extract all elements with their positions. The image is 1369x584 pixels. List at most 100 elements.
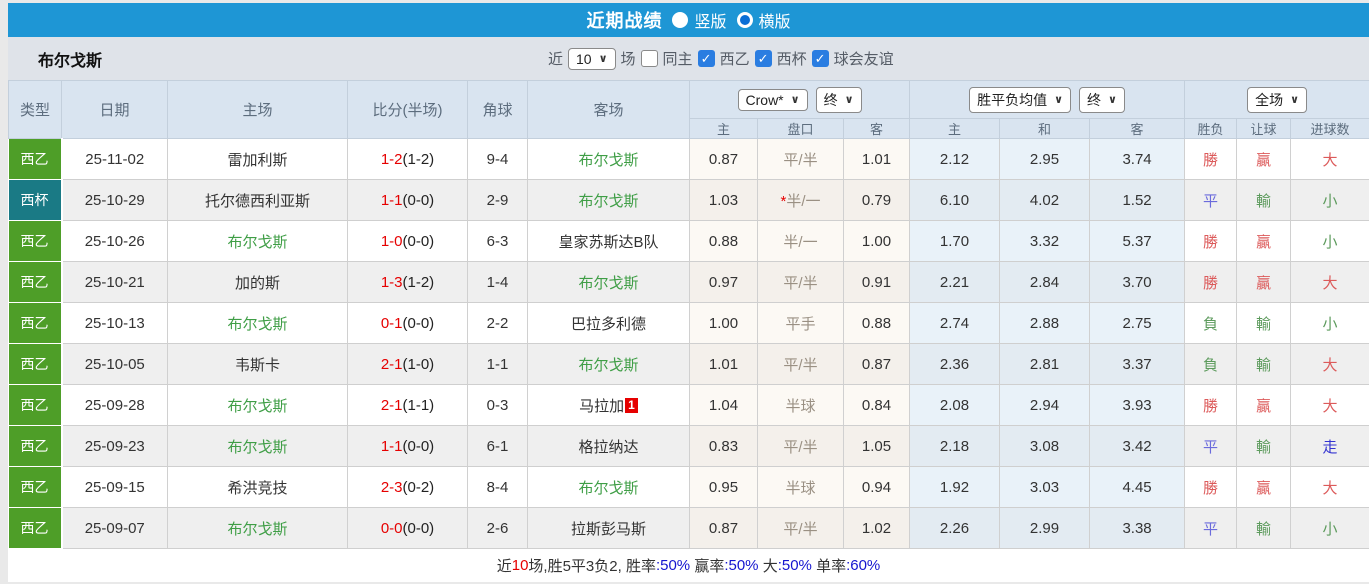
radio-unselected-icon[interactable] (737, 12, 753, 28)
result-goals-cell: 大 (1291, 262, 1369, 303)
same-home-checkbox[interactable] (641, 50, 658, 67)
avg-draw-odds: 2.84 (1000, 262, 1090, 303)
match-row: 西乙25-09-23布尔戈斯1-1(0-0)6-1格拉纳达0.83平/半1.05… (9, 426, 1369, 467)
result-wdl-cell: 勝 (1185, 385, 1237, 426)
home-team-cell: 布尔戈斯 (168, 221, 348, 262)
away-team-cell: 巴拉多利德 (528, 303, 690, 344)
crow-home-odds: 0.87 (690, 508, 758, 549)
match-type-badge: 西杯 (9, 180, 62, 221)
avg-home-odds: 2.26 (910, 508, 1000, 549)
result-goals-cell: 小 (1291, 221, 1369, 262)
chevron-down-icon: ∨ (1108, 93, 1117, 106)
match-date-cell: 25-09-23 (62, 426, 168, 467)
home-team-cell: 布尔戈斯 (168, 303, 348, 344)
summary-segment: :50% (778, 557, 812, 574)
match-date-cell: 25-09-15 (62, 467, 168, 508)
friendly-checkbox[interactable]: ✓ (812, 50, 829, 67)
avg-home-odds: 1.70 (910, 221, 1000, 262)
avg-home-odds: 2.08 (910, 385, 1000, 426)
crow-home-odds: 0.83 (690, 426, 758, 467)
result-goals-cell: 小 (1291, 180, 1369, 221)
result-goals-cell: 小 (1291, 508, 1369, 549)
match-type-badge: 西乙 (9, 303, 62, 344)
chevron-down-icon: ∨ (845, 93, 854, 106)
away-team-cell: 布尔戈斯 (528, 262, 690, 303)
result-handicap-cell: 輸 (1237, 344, 1291, 385)
corner-cell: 6-1 (468, 426, 528, 467)
avg-away-odds: 4.45 (1090, 467, 1185, 508)
subheader-avg-away: 客 (1090, 119, 1185, 139)
match-row: 西乙25-11-02雷加利斯1-2(1-2)9-4布尔戈斯0.87平/半1.01… (9, 139, 1369, 180)
layout-radio-vertical[interactable]: 竖版 (672, 8, 726, 32)
match-count-select[interactable]: 10∨ (568, 48, 616, 70)
avg-away-odds: 3.42 (1090, 426, 1185, 467)
score-cell: 1-1(0-0) (348, 426, 468, 467)
match-type-badge: 西乙 (9, 344, 62, 385)
friendly-checkbox-label: 球会友谊 (834, 48, 894, 69)
avg-home-odds: 6.10 (910, 180, 1000, 221)
avg-home-odds: 2.36 (910, 344, 1000, 385)
league-checkbox-label: 西乙 (720, 48, 750, 69)
crow-home-odds: 1.00 (690, 303, 758, 344)
corner-cell: 1-4 (468, 262, 528, 303)
result-goals-cell: 小 (1291, 303, 1369, 344)
cup-checkbox-label: 西杯 (777, 48, 807, 69)
cup-checkbox[interactable]: ✓ (755, 50, 772, 67)
handicap-cell: 平/半 (758, 344, 844, 385)
handicap-cell: 平/半 (758, 139, 844, 180)
summary-segment: 10 (512, 557, 529, 574)
average-period-select[interactable]: 终∨ (1079, 87, 1125, 113)
avg-draw-odds: 3.03 (1000, 467, 1090, 508)
away-team-cell: 布尔戈斯 (528, 139, 690, 180)
score-cell: 1-2(1-2) (348, 139, 468, 180)
avg-away-odds: 3.38 (1090, 508, 1185, 549)
avg-draw-odds: 2.95 (1000, 139, 1090, 180)
summary-segment: 赢率 (690, 555, 724, 576)
match-row: 西乙25-10-13布尔戈斯0-1(0-0)2-2巴拉多利德1.00平手0.88… (9, 303, 1369, 344)
near-label: 近 (548, 48, 563, 69)
layout-radio-horizontal[interactable]: 横版 (737, 8, 791, 32)
bookmaker-select[interactable]: Crow*∨ (738, 89, 808, 111)
bookmaker-period-select[interactable]: 终∨ (816, 87, 862, 113)
result-handicap-cell: 贏 (1237, 262, 1291, 303)
average-odds-select[interactable]: 胜平负均值∨ (969, 87, 1071, 113)
result-goals-cell: 大 (1291, 139, 1369, 180)
filters: 近 10∨ 场 同主 ✓ 西乙 ✓ 西杯 ✓ 球会友谊 (548, 37, 894, 80)
match-row: 西乙25-09-28布尔戈斯2-1(1-1)0-3马拉加11.04半球0.842… (9, 385, 1369, 426)
recent-results-table: 类型 日期 主场 比分(半场) 角球 客场 Crow*∨ 终∨ (8, 80, 1369, 549)
result-handicap-cell: 輸 (1237, 426, 1291, 467)
result-wdl-cell: 平 (1185, 426, 1237, 467)
header-home: 主场 (168, 81, 348, 139)
subheader-wdl: 胜负 (1185, 119, 1237, 139)
avg-draw-odds: 2.94 (1000, 385, 1090, 426)
crow-away-odds: 0.79 (844, 180, 910, 221)
crow-away-odds: 1.05 (844, 426, 910, 467)
subheader-handicap: 盘口 (758, 119, 844, 139)
home-team-cell: 布尔戈斯 (168, 385, 348, 426)
result-handicap-cell: 贏 (1237, 467, 1291, 508)
league-checkbox[interactable]: ✓ (698, 50, 715, 67)
page-title: 近期战绩 (586, 7, 662, 33)
full-match-select[interactable]: 全场∨ (1247, 87, 1307, 113)
avg-draw-odds: 4.02 (1000, 180, 1090, 221)
home-team-cell: 希洪竞技 (168, 467, 348, 508)
summary-segment: 大 (759, 555, 778, 576)
score-cell: 1-1(0-0) (348, 180, 468, 221)
avg-away-odds: 3.70 (1090, 262, 1185, 303)
radio-selected-icon[interactable] (672, 12, 688, 28)
match-type-badge: 西乙 (9, 508, 62, 549)
handicap-cell: 半球 (758, 385, 844, 426)
avg-draw-odds: 3.08 (1000, 426, 1090, 467)
crow-home-odds: 0.88 (690, 221, 758, 262)
subheader-avg-draw: 和 (1000, 119, 1090, 139)
result-handicap-cell: 贏 (1237, 221, 1291, 262)
match-date-cell: 25-09-28 (62, 385, 168, 426)
avg-away-odds: 3.74 (1090, 139, 1185, 180)
result-wdl-cell: 勝 (1185, 139, 1237, 180)
avg-away-odds: 3.93 (1090, 385, 1185, 426)
home-team-cell: 雷加利斯 (168, 139, 348, 180)
avg-home-odds: 2.18 (910, 426, 1000, 467)
match-type-badge: 西乙 (9, 262, 62, 303)
match-row: 西杯25-10-29托尔德西利亚斯1-1(0-0)2-9布尔戈斯1.03*半/一… (9, 180, 1369, 221)
match-date-cell: 25-10-05 (62, 344, 168, 385)
